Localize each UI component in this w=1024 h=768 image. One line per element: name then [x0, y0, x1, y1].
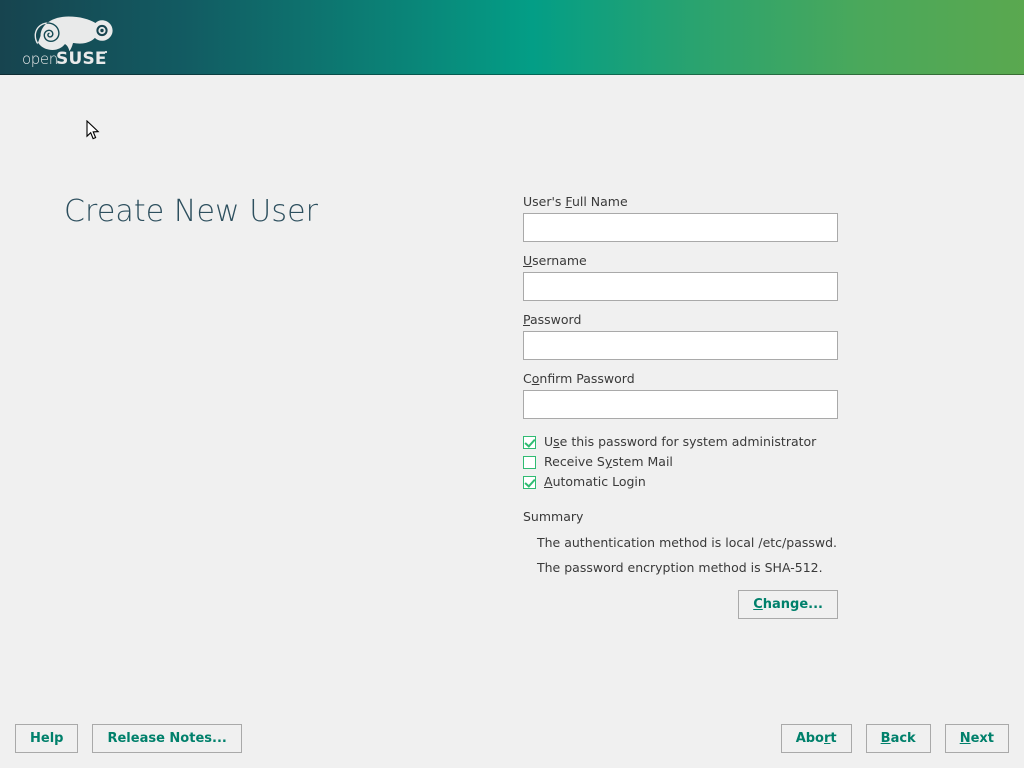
release-notes-button[interactable]: Release Notes...: [92, 724, 242, 753]
checkbox-row-receive-system-mail[interactable]: Receive System Mail: [523, 452, 838, 472]
label-username-accelerator: U: [523, 253, 533, 268]
label-confirm-password-pre: C: [523, 371, 532, 386]
cb1-post: stem Mail: [612, 454, 673, 469]
confirm-password-input[interactable]: [523, 390, 838, 419]
cb2-accelerator: A: [544, 474, 553, 489]
label-password-accelerator: P: [523, 312, 530, 327]
help-button[interactable]: Help: [15, 724, 79, 753]
back-button[interactable]: Back: [865, 724, 931, 753]
label-confirm-password: Confirm Password: [523, 371, 838, 387]
cb0-pre: U: [544, 434, 554, 449]
change-btn-accelerator: C: [753, 597, 763, 612]
abort-btn-pre: Abo: [795, 731, 824, 746]
label-password: Password: [523, 312, 838, 328]
bottom-bar-left: Help Release Notes...: [15, 724, 242, 753]
change-button[interactable]: Change...: [738, 590, 838, 619]
next-btn-post: ext: [970, 731, 994, 746]
label-full-name-post: ull Name: [571, 194, 628, 209]
label-full-name: User's Full Name: [523, 194, 838, 210]
change-button-container: Change...: [523, 590, 838, 619]
checkbox-automatic-login[interactable]: [523, 475, 536, 489]
field-username: Username: [523, 253, 838, 301]
abort-btn-post: t: [830, 731, 837, 746]
label-password-post: assword: [529, 312, 582, 327]
help-btn-pre: Help: [30, 731, 64, 746]
svg-text:open: open: [22, 50, 58, 68]
opensuse-logo: open SUSE: [18, 6, 126, 70]
label-username-post: sername: [532, 253, 587, 268]
back-btn-post: ack: [890, 731, 916, 746]
full-name-input[interactable]: [523, 213, 838, 242]
checkbox-use-password-for-admin[interactable]: [523, 435, 536, 449]
branding-banner: open SUSE: [0, 0, 1024, 75]
banner-bottom-edge: [0, 74, 1024, 75]
summary-heading: Summary: [523, 509, 584, 524]
field-full-name: User's Full Name: [523, 194, 838, 242]
page-title: Create New User: [64, 194, 319, 229]
abort-button[interactable]: Abo r t: [780, 724, 852, 753]
checkbox-label-receive-system-mail: Receive System Mail: [544, 455, 673, 469]
checkbox-receive-system-mail[interactable]: [523, 455, 536, 469]
back-btn-accelerator: B: [880, 731, 891, 746]
change-btn-post: hange...: [762, 597, 823, 612]
cb2-post: utomatic Login: [552, 474, 646, 489]
next-button[interactable]: Next: [944, 724, 1009, 753]
svg-text:SUSE: SUSE: [56, 49, 107, 69]
checkbox-label-automatic-login: Automatic Login: [544, 475, 646, 489]
password-input[interactable]: [523, 331, 838, 360]
label-username: Username: [523, 253, 838, 269]
summary-line-encryption-method: The password encryption method is SHA-51…: [537, 560, 823, 575]
field-confirm-password: Confirm Password: [523, 371, 838, 419]
next-btn-accelerator: N: [959, 731, 971, 746]
create-user-form: User's Full Name Username Password Confi…: [523, 194, 838, 619]
summary-line-auth-method: The authentication method is local /etc/…: [537, 535, 838, 550]
cb0-post: e this password for system administrator: [559, 434, 817, 449]
checkbox-label-use-password-for-admin: Use this password for system administrat…: [544, 435, 816, 449]
username-input[interactable]: [523, 272, 838, 301]
checkbox-row-use-password-for-admin[interactable]: Use this password for system administrat…: [523, 432, 838, 452]
checkbox-row-automatic-login[interactable]: Automatic Login: [523, 472, 838, 492]
cb1-pre: Receive S: [544, 454, 605, 469]
installer-window: open SUSE Create New User User's Full Na…: [0, 0, 1024, 768]
field-password: Password: [523, 312, 838, 360]
mouse-cursor-arrow-icon: [86, 119, 100, 142]
label-confirm-password-post: nfirm Password: [539, 371, 635, 386]
bottom-bar-right: Abo r t Back Next: [780, 724, 1009, 753]
release-notes-btn-pre: Release Notes...: [107, 731, 227, 746]
options-group: Use this password for system administrat…: [523, 432, 838, 492]
label-full-name-pre: User's: [523, 194, 566, 209]
